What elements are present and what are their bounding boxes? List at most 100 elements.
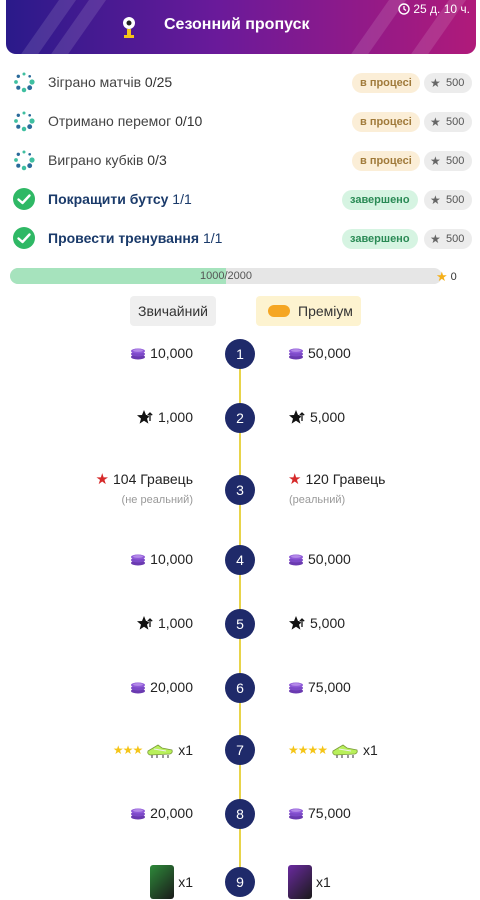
task-progress: 1/1	[202, 230, 223, 246]
star-icon: ★	[436, 269, 448, 284]
reward-amount: 75,000	[308, 805, 351, 821]
reward-right[interactable]: 50,000	[288, 551, 351, 567]
clock-icon	[398, 3, 411, 15]
task-row: Покращити бутсу 1/1 завершено ★ 500	[0, 181, 480, 217]
task-status-badge: в процесі	[352, 151, 420, 171]
star-icon: ★	[430, 193, 441, 207]
task-label: Провести тренування	[48, 230, 200, 246]
task-row: Зіграно матчів 0/25 в процесі ★ 500	[0, 64, 480, 100]
level-badge: 2	[225, 403, 255, 433]
reward-left[interactable]: 10,000	[130, 551, 193, 567]
tab-premium-label: Преміум	[298, 303, 353, 319]
task-row: Провести тренування 1/1 завершено ★ 500	[0, 220, 480, 256]
task-reward-badge: ★ 500	[424, 190, 473, 210]
task-name: Провести тренування 1/1	[48, 230, 222, 246]
reward-amount: 75,000	[308, 679, 351, 695]
coins-icon	[289, 808, 303, 820]
task-name: Зіграно матчів 0/25	[48, 74, 172, 90]
level-badge: 5	[225, 609, 255, 639]
reward-amount: 5,000	[310, 409, 346, 425]
reward-right[interactable]: 50,000	[288, 345, 351, 361]
tab-premium[interactable]: Преміум	[256, 296, 361, 326]
level-badge: 1	[225, 339, 255, 369]
level-badge: 9	[225, 867, 255, 897]
reward-amount: 120 Гравець	[305, 471, 386, 487]
page-title: Сезонний пропуск	[164, 16, 310, 33]
star-up-icon	[136, 616, 154, 630]
trophy-logo-icon	[123, 17, 135, 38]
reward-right[interactable]: 75,000	[288, 805, 351, 821]
rarity-stars: ★★★★	[288, 743, 328, 757]
task-status-badge: в процесі	[352, 73, 420, 93]
season-progress-bar: 1000/2000	[10, 268, 442, 284]
loading-spinner-icon	[14, 111, 35, 132]
reward-amount: 50,000	[308, 345, 351, 361]
reward-amount: 1,000	[157, 409, 193, 425]
coins-icon	[289, 682, 303, 694]
coins-icon	[131, 348, 146, 360]
star-up-icon	[289, 410, 306, 424]
reward-left[interactable]: 20,000	[130, 679, 193, 695]
reward-amount: x1	[178, 874, 193, 890]
check-circle-icon	[13, 188, 35, 210]
reward-amount: 20,000	[150, 805, 193, 821]
task-label: Виграно кубків	[48, 152, 144, 168]
task-reward-badge: ★ 500	[424, 229, 473, 249]
reward-amount: 10,000	[150, 551, 193, 567]
check-circle-icon	[13, 227, 35, 249]
task-reward-badge: ★ 500	[424, 151, 473, 171]
reward-amount: 104 Гравець	[113, 471, 193, 487]
task-row: Виграно кубків 0/3 в процесі ★ 500	[0, 142, 480, 178]
reward-amount: 1,000	[157, 615, 193, 631]
reward-left[interactable]: ★★★ x1	[113, 741, 193, 759]
reward-amount: x1	[178, 742, 193, 758]
task-label: Зіграно матчів	[48, 74, 142, 90]
reward-right[interactable]: x1	[288, 865, 331, 899]
coins-icon	[131, 682, 146, 694]
season-timer: 25 д. 10 ч.	[398, 2, 470, 16]
task-reward-value: 500	[446, 116, 465, 128]
reward-amount: 20,000	[150, 679, 193, 695]
level-badge: 8	[225, 799, 255, 829]
task-progress: 1/1	[172, 191, 192, 207]
task-progress: 0/10	[175, 113, 203, 129]
star-up-icon	[136, 410, 154, 424]
reward-left[interactable]: ★ 104 Гравець	[96, 470, 193, 488]
task-reward-value: 500	[446, 233, 465, 245]
level-badge: 7	[225, 735, 255, 765]
season-pass-header: Сезонний пропуск 25 д. 10 ч.	[6, 0, 476, 54]
reward-note: (не реальний)	[121, 494, 193, 506]
task-status-badge: в процесі	[352, 112, 420, 132]
player-star-icon: ★	[288, 471, 302, 488]
player-star-icon: ★	[95, 471, 109, 488]
reward-amount: 10,000	[150, 345, 193, 361]
reward-left[interactable]: 20,000	[130, 805, 193, 821]
football-boot-icon	[332, 744, 358, 758]
coins-icon	[131, 554, 146, 566]
reward-right[interactable]: 75,000	[288, 679, 351, 695]
reward-note: (реальний)	[289, 494, 346, 506]
coins-icon	[131, 808, 146, 820]
tab-normal[interactable]: Звичайний	[130, 296, 216, 326]
reward-right[interactable]: ★ 120 Гравець	[288, 470, 385, 488]
star-up-icon	[289, 616, 306, 630]
reward-left[interactable]: 1,000	[136, 409, 193, 425]
task-reward-badge: ★ 500	[424, 73, 473, 93]
task-status-badge: завершено	[342, 229, 418, 249]
reward-left[interactable]: 10,000	[130, 345, 193, 361]
reward-right[interactable]: 5,000	[288, 409, 345, 425]
star-icon: ★	[430, 154, 441, 168]
coins-icon	[289, 348, 303, 360]
star-icon: ★	[430, 76, 441, 90]
reward-right[interactable]: ★★★★ x1	[288, 741, 378, 759]
player-card-icon	[150, 865, 175, 899]
task-reward-value: 500	[446, 155, 465, 167]
reward-left[interactable]: x1	[150, 865, 193, 899]
task-name: Покращити бутсу 1/1	[48, 191, 192, 207]
reward-amount: 5,000	[310, 615, 346, 631]
task-reward-badge: ★ 500	[424, 112, 473, 132]
task-label: Покращити бутсу	[48, 191, 169, 207]
reward-right[interactable]: 5,000	[288, 615, 345, 631]
task-reward-value: 500	[446, 77, 465, 89]
reward-left[interactable]: 1,000	[136, 615, 193, 631]
